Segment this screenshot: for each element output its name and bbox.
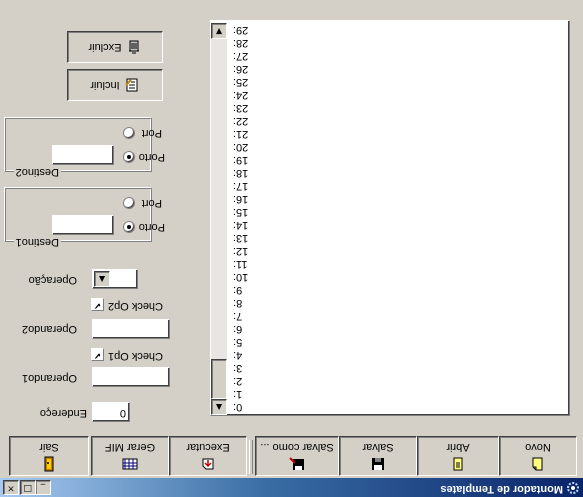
list-item[interactable]: 9: — [231, 283, 569, 296]
toolbar-sair-button[interactable]: Sair — [9, 436, 89, 476]
excluir-button[interactable]: Excluir — [67, 31, 163, 63]
app-window: Montador de Templates _ □ × Novo Abrir S… — [0, 0, 583, 497]
destino2-porto-label: Porto — [138, 151, 165, 163]
scroll-up-icon[interactable]: ▲ — [211, 399, 227, 415]
operando2-field[interactable] — [92, 319, 170, 339]
template-listbox[interactable]: 0: 1: 2: 3: 4: 5: 6: 7: 8: 9: 10: 11: 12… — [210, 20, 570, 416]
list-item[interactable]: 19: — [231, 153, 569, 166]
list-item[interactable]: 18: — [231, 166, 569, 179]
incluir-label: Incluir — [90, 79, 120, 91]
list-item[interactable]: 3: — [231, 361, 569, 374]
list-item[interactable]: 12: — [231, 244, 569, 257]
excluir-label: Excluir — [88, 41, 122, 53]
exit-door-icon — [44, 456, 54, 472]
list-item[interactable]: 8: — [231, 296, 569, 309]
check-op1-label: Check Op1 — [107, 350, 163, 362]
destino1-field[interactable] — [52, 215, 114, 235]
destino1-port-radio[interactable] — [123, 197, 135, 209]
list-item[interactable]: 0: — [231, 400, 569, 413]
list-item[interactable]: 25: — [231, 75, 569, 88]
destino1-group-label: Destino1 — [13, 236, 61, 248]
grid-icon — [122, 458, 138, 470]
list-item[interactable]: 10: — [231, 270, 569, 283]
destino2-port-label: Port — [141, 127, 162, 139]
destino1-porto-label: Porto — [138, 221, 165, 233]
operando2-label: Operando2 — [21, 323, 77, 335]
operacao-combo[interactable]: ▲ — [92, 269, 138, 289]
list-item[interactable]: 6: — [231, 322, 569, 335]
toolbar-executar-label: Executar — [186, 441, 230, 453]
list-item[interactable]: 22: — [231, 114, 569, 127]
toolbar-sair-label: Sair — [39, 441, 59, 453]
list-item[interactable]: 7: — [231, 309, 569, 322]
save-as-icon — [289, 457, 304, 470]
toolbar-abrir-button[interactable]: Abrir — [417, 436, 499, 476]
toolbar-salvar-label: Salvar — [362, 441, 394, 453]
toolbar-salvar-button[interactable]: Salvar — [339, 436, 417, 476]
toolbar-salvar-como-button[interactable]: Salvar como ... — [255, 436, 339, 476]
list-item[interactable]: 17: — [231, 179, 569, 192]
list-item[interactable]: 14: — [231, 218, 569, 231]
list-item[interactable]: 11: — [231, 257, 569, 270]
toolbar-gerar-mif-label: Gerar MIF — [104, 441, 156, 453]
combo-arrow-icon[interactable]: ▲ — [94, 271, 110, 287]
operacao-label: Operação — [28, 274, 77, 286]
list-item[interactable]: 27: — [231, 49, 569, 62]
list-item[interactable]: 16: — [231, 192, 569, 205]
toolbar-novo-label: Novo — [525, 441, 551, 453]
minimize-button[interactable]: _ — [35, 480, 51, 495]
window-title: Montador de Templates — [440, 483, 563, 495]
title-bar[interactable]: Montador de Templates _ □ × — [0, 478, 583, 497]
list-item[interactable]: 1: — [231, 387, 569, 400]
endereco-label: Endereço — [39, 407, 87, 419]
list-item[interactable]: 13: — [231, 231, 569, 244]
destino2-group-label: Destino2 — [13, 166, 61, 178]
destino2-field[interactable] — [52, 145, 114, 165]
list-item[interactable]: 5: — [231, 335, 569, 348]
list-item[interactable]: 23: — [231, 101, 569, 114]
destino2-porto-radio[interactable] — [123, 151, 135, 163]
endereco-field[interactable]: 0 — [92, 402, 130, 422]
operando1-label: Operando1 — [21, 372, 77, 384]
endereco-value: 0 — [119, 407, 126, 419]
new-doc-icon — [532, 457, 543, 471]
edit-doc-icon — [124, 78, 138, 92]
destino1-porto-radio[interactable] — [123, 221, 135, 233]
list-scrollbar[interactable]: ▲ ▼ — [211, 23, 227, 415]
scroll-thumb[interactable] — [211, 359, 227, 399]
toolbar-gerar-mif-button[interactable]: Gerar MIF — [91, 436, 169, 476]
toolbar-novo-button[interactable]: Novo — [499, 436, 577, 476]
list-item[interactable]: 28: — [231, 36, 569, 49]
operando1-field[interactable] — [92, 367, 170, 387]
maximize-button[interactable]: □ — [20, 480, 36, 495]
list-item[interactable]: 26: — [231, 62, 569, 75]
execute-icon — [202, 458, 214, 470]
check-op2-label: Check Op2 — [107, 300, 163, 312]
toolbar-salvar-como-label: Salvar como ... — [260, 441, 334, 453]
close-button[interactable]: × — [3, 480, 19, 495]
destino2-port-radio[interactable] — [123, 127, 135, 139]
toolbar-executar-button[interactable]: Executar — [169, 436, 247, 476]
list-item[interactable]: 24: — [231, 88, 569, 101]
toolbar-abrir-label: Abrir — [446, 441, 470, 453]
floppy-icon — [372, 458, 384, 470]
template-list: 0: 1: 2: 3: 4: 5: 6: 7: 8: 9: 10: 11: 12… — [231, 23, 569, 415]
destino1-port-label: Port — [141, 197, 162, 209]
list-item[interactable]: 4: — [231, 348, 569, 361]
list-item[interactable]: 21: — [231, 127, 569, 140]
toolbar: Novo Abrir Salvar Salvar como ... Execut… — [4, 436, 579, 476]
trash-icon — [128, 40, 139, 54]
list-item[interactable]: 2: — [231, 374, 569, 387]
open-doc-icon — [453, 457, 463, 471]
incluir-button[interactable]: Incluir — [67, 69, 163, 101]
check-op2-checkbox[interactable]: ✔ — [91, 298, 104, 311]
list-item[interactable]: 15: — [231, 205, 569, 218]
app-icon — [567, 482, 579, 494]
check-op1-checkbox[interactable]: ✔ — [91, 348, 104, 361]
list-item[interactable]: 29: — [231, 23, 569, 36]
toolbar-separator — [249, 440, 253, 474]
scroll-down-icon[interactable]: ▼ — [211, 23, 227, 39]
list-item[interactable]: 20: — [231, 140, 569, 153]
